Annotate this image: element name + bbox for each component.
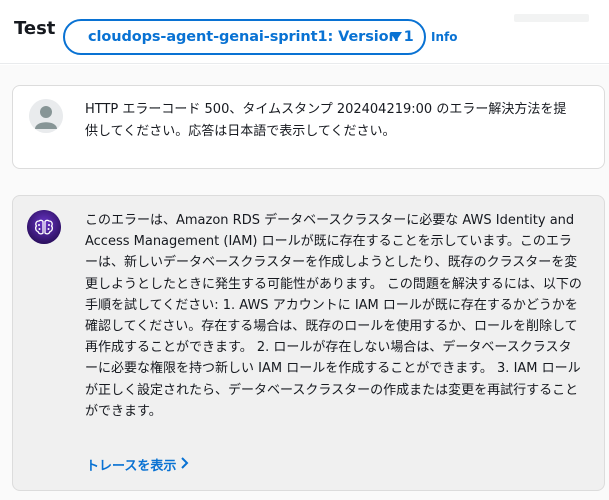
user-avatar-icon [29,99,63,133]
version-select-label: cloudops-agent-genai-sprint1: Version 1 [88,29,414,45]
version-select[interactable]: cloudops-agent-genai-sprint1: Version 1 [63,19,426,55]
chevron-right-icon [180,456,190,473]
show-trace-label: トレースを表示 [86,459,177,474]
header-bar: Test cloudops-agent-genai-sprint1: Versi… [0,0,609,64]
bot-message-card: このエラーは、Amazon RDS データベースクラスターに必要な AWS Id… [12,195,605,491]
page-title: Test [14,18,56,39]
chat-panel[interactable]: HTTP エラーコード 500、タイムスタンプ 202404219:00 のエラ… [0,65,609,500]
bot-message-text: このエラーは、Amazon RDS データベースクラスターに必要な AWS Id… [85,213,582,419]
user-message-text: HTTP エラーコード 500、タイムスタンプ 202404219:00 のエラ… [85,102,567,139]
show-trace-link[interactable]: トレースを表示 [86,455,190,474]
caret-down-icon [390,32,402,41]
user-message-card: HTTP エラーコード 500、タイムスタンプ 202404219:00 のエラ… [12,85,605,169]
top-placeholder-bar [514,14,589,22]
info-link[interactable]: Info [431,30,457,44]
ai-brain-icon [27,210,61,244]
